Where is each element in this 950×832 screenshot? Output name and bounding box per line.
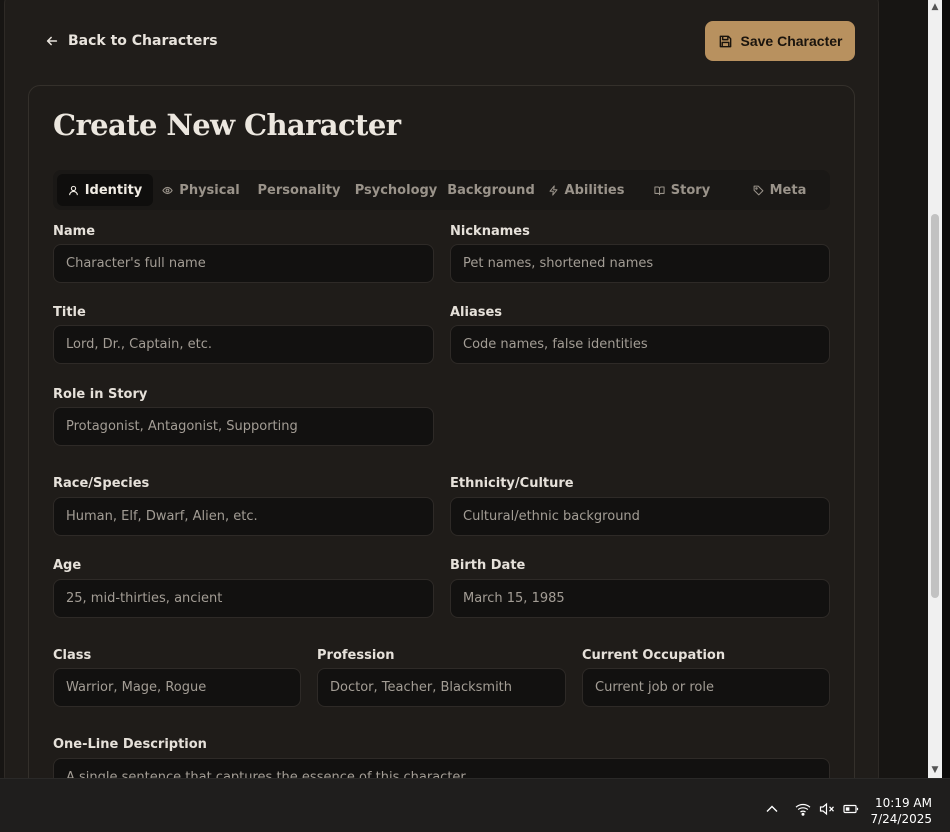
user-icon: [68, 185, 78, 195]
battery-icon[interactable]: [843, 802, 859, 816]
class-label: Class: [53, 648, 92, 663]
tab-story-label: Story: [670, 182, 711, 198]
profession-label: Profession: [317, 648, 395, 663]
race-label: Race/Species: [53, 476, 150, 491]
zap-icon: [549, 184, 558, 196]
aliases-field[interactable]: [450, 325, 830, 364]
speaker-muted-icon[interactable]: [819, 802, 835, 816]
ethnicity-field[interactable]: [450, 497, 830, 536]
tag-icon: [753, 185, 764, 195]
birth-date-label: Birth Date: [450, 558, 526, 573]
tab-background-label: Background: [447, 182, 535, 198]
clock-time: 10:19 AM: [875, 796, 932, 810]
tab-identity-label: Identity: [84, 182, 143, 198]
tab-story[interactable]: Story: [635, 174, 729, 206]
tab-abilities-label: Abilities: [564, 182, 625, 198]
class-field[interactable]: [53, 668, 301, 707]
tab-meta[interactable]: Meta: [733, 174, 826, 206]
arrow-left-icon: [46, 36, 58, 46]
window-edge: [942, 0, 950, 778]
tab-physical-label: Physical: [179, 182, 240, 198]
tab-physical[interactable]: Physical: [157, 174, 245, 206]
wifi-icon[interactable]: [795, 802, 811, 816]
scrollbar-thumb[interactable]: [931, 214, 939, 598]
tab-background[interactable]: Background: [445, 174, 537, 206]
name-field[interactable]: [53, 244, 434, 283]
chevron-up-icon[interactable]: [764, 802, 780, 816]
scroll-down-icon[interactable]: ▼: [930, 765, 940, 775]
profession-field[interactable]: [317, 668, 566, 707]
save-character-button[interactable]: Save Character: [705, 21, 855, 61]
name-label: Name: [53, 224, 96, 239]
birth-date-field[interactable]: [450, 579, 830, 618]
tab-identity[interactable]: Identity: [57, 174, 153, 206]
tab-psychology[interactable]: Psychology: [351, 174, 441, 206]
save-label: Save Character: [740, 33, 843, 49]
nicknames-field[interactable]: [450, 244, 830, 283]
one-line-label: One-Line Description: [53, 737, 207, 752]
nicknames-label: Nicknames: [450, 224, 530, 239]
tab-bar: Identity Physical Personality Psychology…: [53, 170, 830, 210]
scroll-up-icon[interactable]: ▲: [930, 2, 940, 12]
title-field[interactable]: [53, 325, 434, 364]
age-field[interactable]: [53, 579, 434, 618]
taskbar: 10:19 AM 7/24/2025: [0, 778, 950, 832]
tab-abilities[interactable]: Abilities: [541, 174, 631, 206]
role-label: Role in Story: [53, 387, 148, 402]
tab-meta-label: Meta: [769, 182, 807, 198]
ethnicity-label: Ethnicity/Culture: [450, 476, 574, 491]
tab-personality-label: Personality: [257, 182, 341, 198]
race-field[interactable]: [53, 497, 434, 536]
tab-personality[interactable]: Personality: [249, 174, 349, 206]
one-line-description-field[interactable]: [53, 758, 830, 778]
occupation-label: Current Occupation: [582, 648, 726, 663]
system-clock[interactable]: 10:19 AM 7/24/2025: [870, 795, 932, 827]
vertical-scrollbar[interactable]: ▲ ▼: [928, 0, 942, 778]
aliases-label: Aliases: [450, 305, 503, 320]
page-title: Create New Character: [53, 108, 401, 142]
back-to-characters-link[interactable]: Back to Characters: [45, 31, 218, 51]
occupation-field[interactable]: [582, 668, 830, 707]
clock-date: 7/24/2025: [870, 812, 932, 826]
book-icon: [654, 186, 665, 195]
role-field[interactable]: [53, 407, 434, 446]
save-icon: [719, 35, 731, 47]
eye-icon: [162, 186, 174, 194]
back-label: Back to Characters: [68, 33, 218, 49]
age-label: Age: [53, 558, 82, 573]
title-label: Title: [53, 305, 86, 320]
tab-psychology-label: Psychology: [354, 182, 438, 198]
app-viewport: Back to Characters Save Character Create…: [0, 0, 928, 778]
